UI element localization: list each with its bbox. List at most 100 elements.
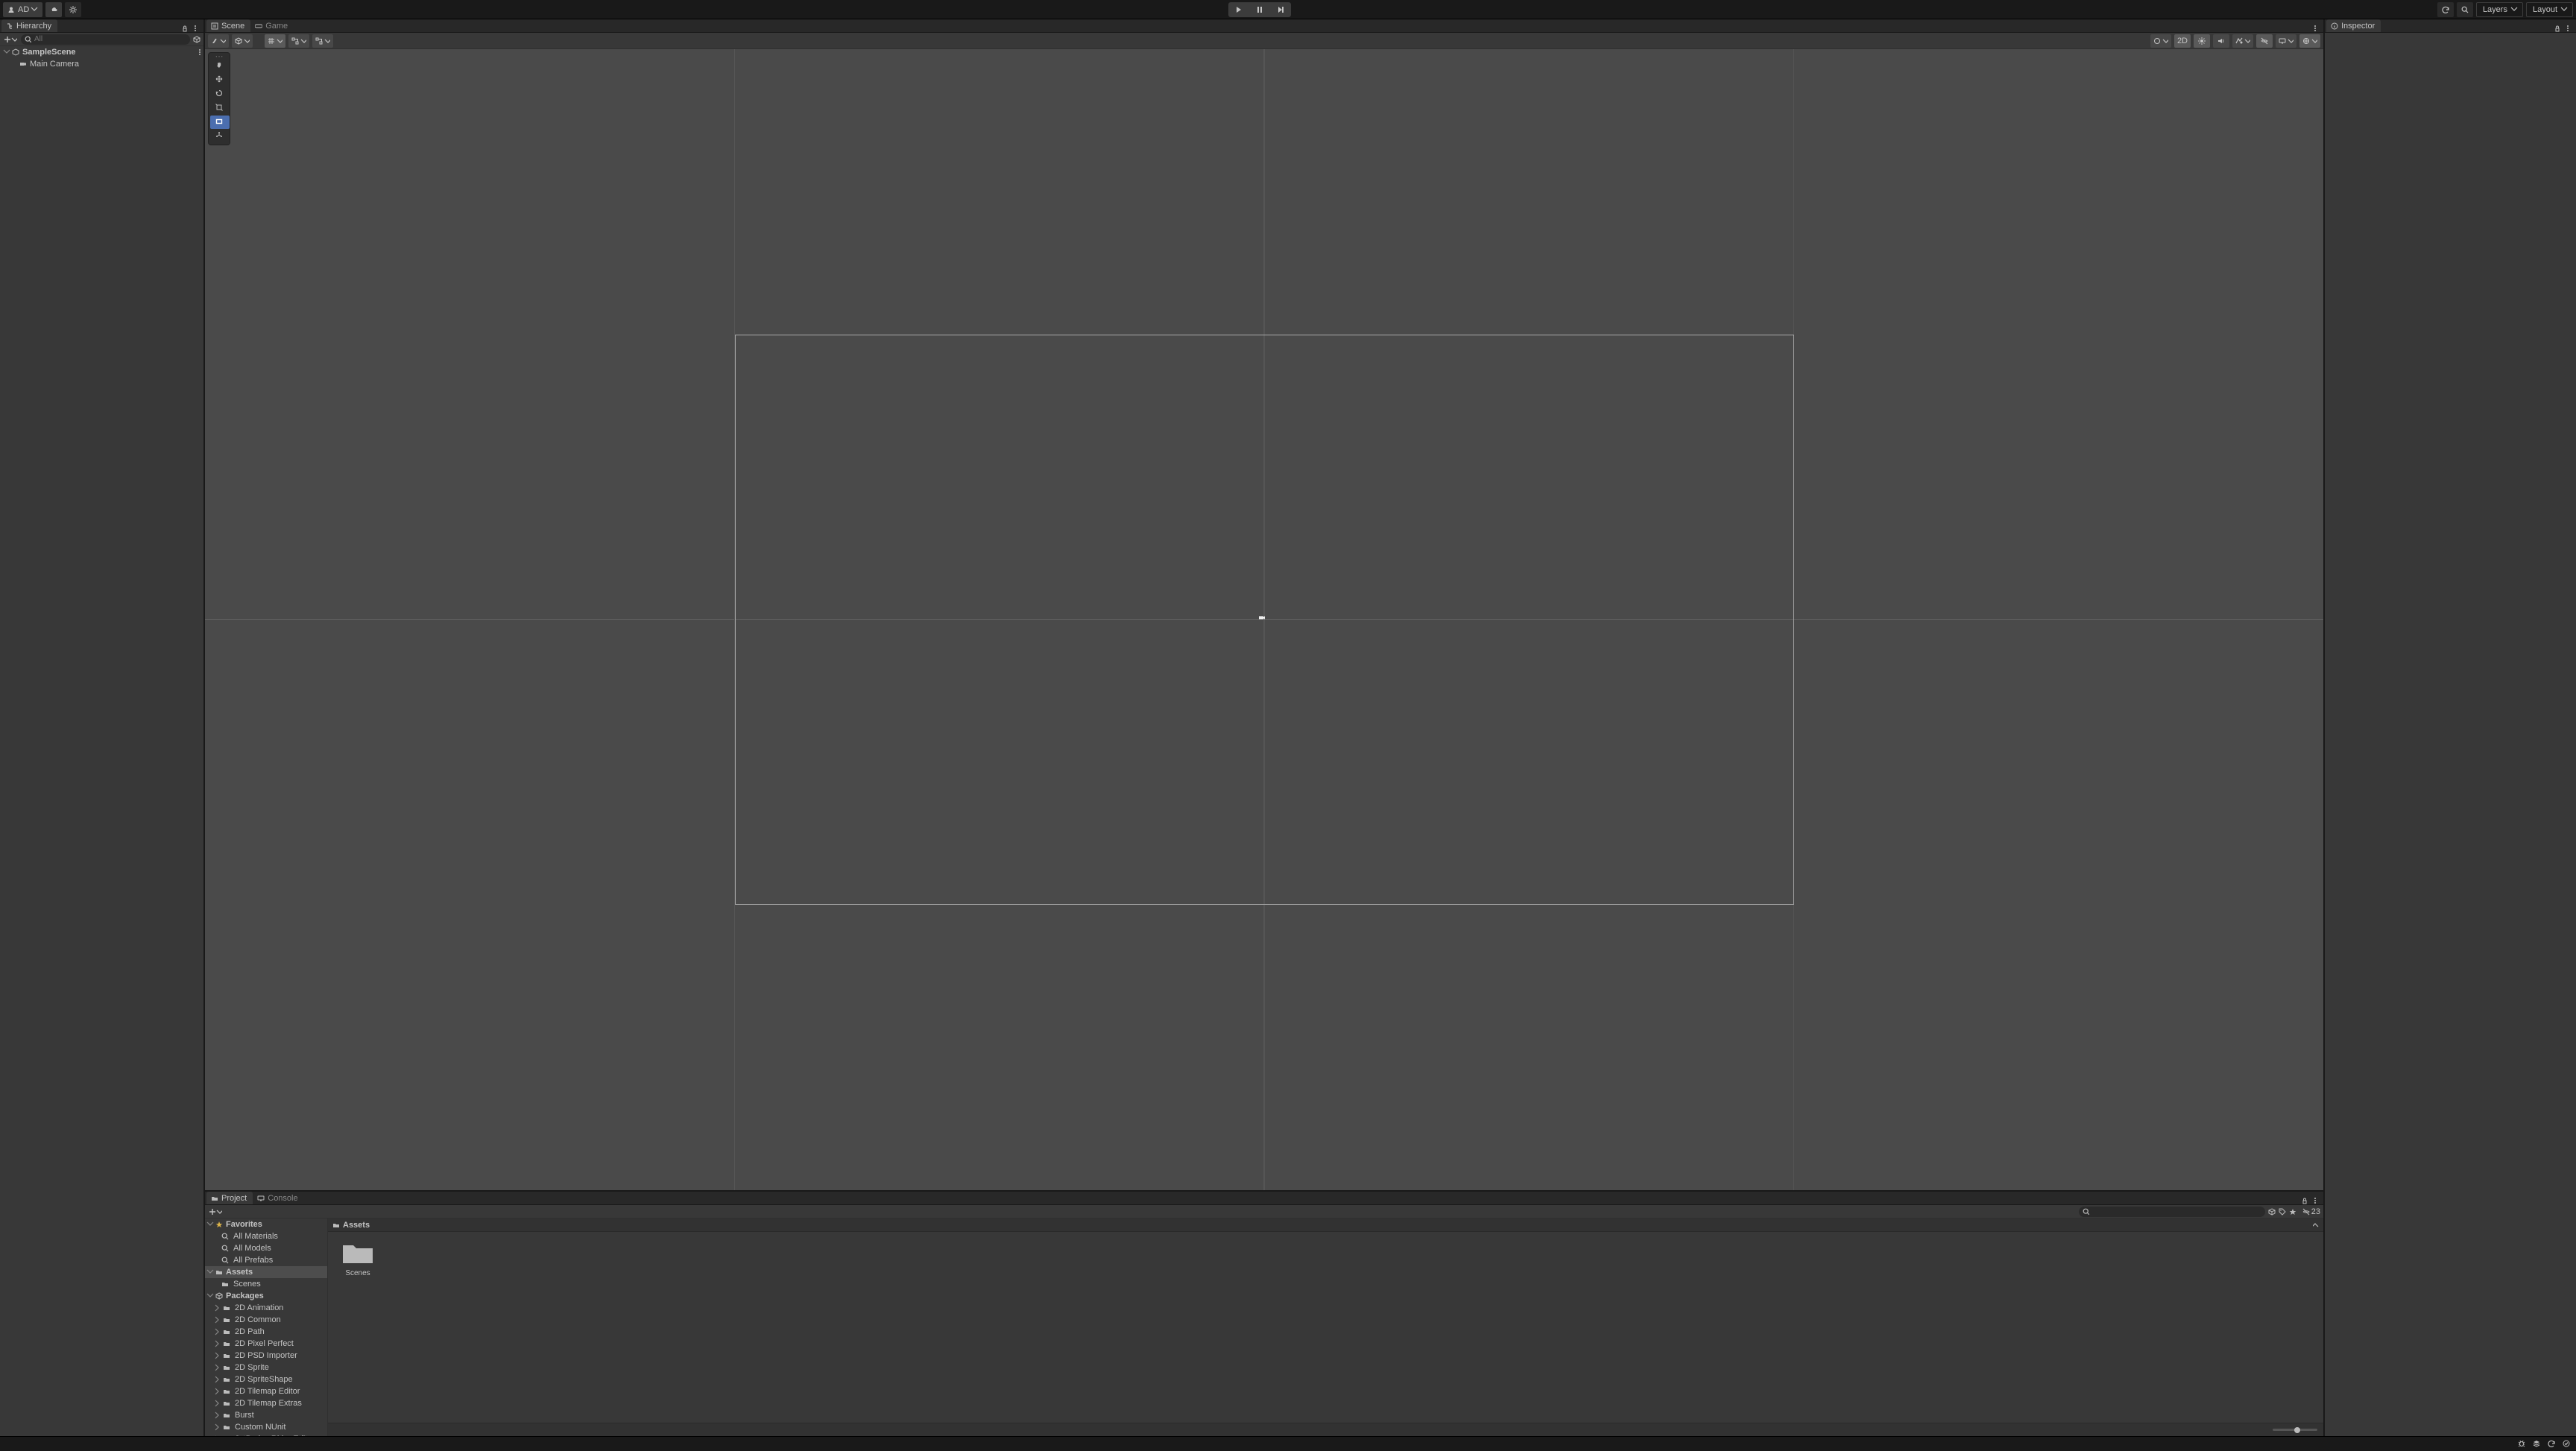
package-row[interactable]: 2D Sprite xyxy=(205,1362,327,1373)
palette-drag-handle[interactable]: ⋯ xyxy=(210,54,228,58)
package-row[interactable]: 2D Tilemap Editor xyxy=(205,1385,327,1397)
hand-tool[interactable] xyxy=(210,59,230,72)
foldout-icon[interactable] xyxy=(214,1388,221,1395)
snap-increment-button[interactable] xyxy=(312,34,333,48)
foldout-icon[interactable] xyxy=(214,1376,221,1383)
grid-button[interactable] xyxy=(265,34,285,48)
assets-header[interactable]: Assets xyxy=(205,1266,327,1278)
caret-up-icon[interactable] xyxy=(2313,1222,2319,1228)
package-row[interactable]: 2D SpriteShape xyxy=(205,1373,327,1385)
audio-toggle[interactable] xyxy=(2213,34,2229,48)
package-row[interactable]: 2D Path xyxy=(205,1326,327,1338)
project-add-button[interactable] xyxy=(208,1207,223,1217)
hierarchy-tab[interactable]: Hierarchy xyxy=(1,19,57,32)
assets-label: Assets xyxy=(226,1268,253,1277)
search-by-label-icon[interactable] xyxy=(2279,1208,2286,1216)
layout-dropdown[interactable]: Layout xyxy=(2526,2,2573,17)
pause-button[interactable] xyxy=(1249,2,1270,17)
step-button[interactable] xyxy=(1270,2,1291,17)
package-row[interactable]: 2D Common xyxy=(205,1314,327,1326)
package-row[interactable]: 2D Pixel Perfect xyxy=(205,1338,327,1350)
foldout-icon[interactable] xyxy=(3,48,10,56)
layers-status-icon[interactable] xyxy=(2533,1440,2542,1449)
foldout-icon[interactable] xyxy=(214,1364,221,1371)
lighting-toggle[interactable] xyxy=(2194,34,2210,48)
hierarchy-search-input[interactable] xyxy=(21,34,190,45)
compile-status-icon[interactable] xyxy=(2563,1440,2572,1449)
panel-menu-icon[interactable] xyxy=(2564,25,2572,32)
panel-menu-icon[interactable] xyxy=(192,25,199,32)
settings-button[interactable] xyxy=(65,2,81,17)
scene-tab[interactable]: Scene xyxy=(206,19,250,32)
gameobject-row[interactable]: Main Camera xyxy=(0,58,203,70)
search-by-type-icon[interactable] xyxy=(2268,1208,2276,1216)
gizmos-button[interactable] xyxy=(2299,34,2320,48)
inspector-body xyxy=(2325,33,2576,1436)
lock-icon[interactable] xyxy=(2301,1197,2308,1204)
foldout-icon[interactable] xyxy=(214,1304,221,1312)
2d-toggle[interactable]: 2D xyxy=(2174,34,2191,48)
console-tab[interactable]: Console xyxy=(253,1192,303,1204)
transform-tool[interactable] xyxy=(210,130,230,143)
foldout-icon[interactable] xyxy=(214,1352,221,1359)
cache-status-icon[interactable] xyxy=(2548,1440,2557,1449)
foldout-icon[interactable] xyxy=(214,1340,221,1347)
asset-tile[interactable]: Scenes xyxy=(335,1239,380,1277)
global-search-button[interactable] xyxy=(2457,2,2473,17)
package-row[interactable]: Custom NUnit xyxy=(205,1421,327,1433)
hierarchy-add-button[interactable] xyxy=(3,34,18,45)
inspector-tab[interactable]: Inspector xyxy=(2326,19,2381,32)
foldout-icon[interactable] xyxy=(214,1316,221,1324)
project-grid[interactable]: Scenes xyxy=(328,1232,2323,1423)
project-tab[interactable]: Project xyxy=(206,1192,253,1204)
play-button[interactable] xyxy=(1228,2,1249,17)
project-search-input[interactable] xyxy=(2079,1207,2265,1217)
foldout-icon[interactable] xyxy=(214,1423,221,1431)
fx-toggle[interactable] xyxy=(2232,34,2253,48)
packages-header[interactable]: Packages xyxy=(205,1290,327,1302)
favorite-item[interactable]: All Prefabs xyxy=(205,1254,327,1266)
rect-tool[interactable] xyxy=(210,116,230,129)
package-row[interactable]: Burst xyxy=(205,1409,327,1421)
undo-history-button[interactable] xyxy=(2437,2,2454,17)
rotate-tool[interactable] xyxy=(210,87,230,101)
tool-palette[interactable]: ⋯ xyxy=(208,52,230,145)
foldout-icon[interactable] xyxy=(214,1412,221,1419)
foldout-icon[interactable] xyxy=(214,1328,221,1335)
caret-down-icon xyxy=(11,37,17,42)
shading-button[interactable] xyxy=(232,34,253,48)
move-tool[interactable] xyxy=(210,73,230,86)
scene-row[interactable]: SampleScene xyxy=(0,46,203,58)
search-filter-icon[interactable] xyxy=(193,36,201,43)
snap-button[interactable] xyxy=(288,34,309,48)
bug-off-icon[interactable] xyxy=(2518,1440,2527,1449)
game-tab[interactable]: Game xyxy=(250,19,294,32)
save-search-icon[interactable] xyxy=(2289,1208,2296,1216)
panel-menu-icon[interactable] xyxy=(2311,1197,2319,1204)
foldout-icon[interactable] xyxy=(214,1400,221,1407)
favorites-header[interactable]: Favorites xyxy=(205,1218,327,1230)
package-row[interactable]: 2D Animation xyxy=(205,1302,327,1314)
favorite-item[interactable]: All Materials xyxy=(205,1230,327,1242)
asset-folder-row[interactable]: Scenes xyxy=(205,1278,327,1290)
account-button[interactable]: AD xyxy=(3,2,42,17)
lock-icon[interactable] xyxy=(2554,25,2561,32)
camera-gizmo-icon[interactable] xyxy=(1258,614,1270,626)
scale-tool[interactable] xyxy=(210,101,230,115)
favorite-item[interactable]: All Models xyxy=(205,1242,327,1254)
camera-button[interactable] xyxy=(2276,34,2296,48)
debug-draw-button[interactable] xyxy=(2150,34,2171,48)
package-row[interactable]: 2D PSD Importer xyxy=(205,1350,327,1362)
hidden-items-badge[interactable]: 23 xyxy=(2302,1207,2320,1216)
lock-icon[interactable] xyxy=(181,25,189,32)
pivot-button[interactable] xyxy=(208,34,229,48)
cloud-button[interactable] xyxy=(45,2,62,17)
visibility-toggle[interactable] xyxy=(2256,34,2273,48)
layers-dropdown[interactable]: Layers xyxy=(2476,2,2523,17)
scene-viewport[interactable]: ⋯ xyxy=(205,49,2323,1190)
thumbnail-size-slider[interactable] xyxy=(2273,1429,2317,1431)
project-panel: Project Console xyxy=(205,1190,2323,1436)
package-row[interactable]: 2D Tilemap Extras xyxy=(205,1397,327,1409)
panel-menu-icon[interactable] xyxy=(2311,25,2319,32)
scene-menu-icon[interactable] xyxy=(196,48,203,56)
